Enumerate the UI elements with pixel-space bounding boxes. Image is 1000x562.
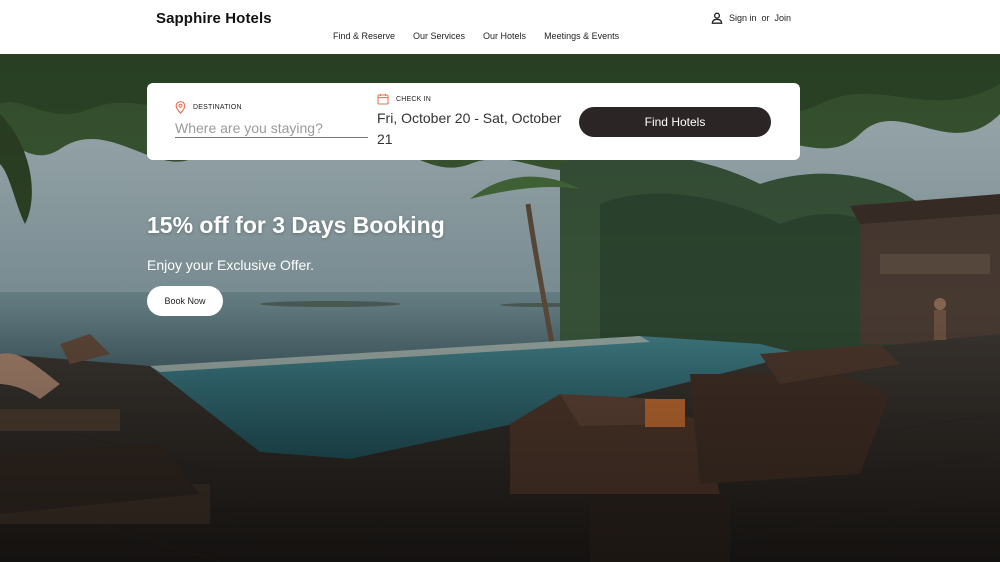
location-pin-icon bbox=[175, 101, 186, 114]
account-links: Sign in or Join bbox=[711, 12, 791, 24]
hotel-search-form: DESTINATION CHECK IN Fri, October 20 - S… bbox=[147, 83, 800, 160]
nav-item-meetings-events[interactable]: Meetings & Events bbox=[544, 31, 619, 41]
main-nav: Find & Reserve Our Services Our Hotels M… bbox=[333, 31, 619, 41]
checkin-field-group[interactable]: CHECK IN Fri, October 20 - Sat, October … bbox=[377, 93, 577, 150]
destination-field-group: DESTINATION bbox=[175, 101, 368, 138]
sign-in-link[interactable]: Sign in bbox=[729, 13, 757, 23]
checkin-label-row: CHECK IN bbox=[377, 93, 577, 105]
find-hotels-button[interactable]: Find Hotels bbox=[579, 107, 771, 137]
user-icon bbox=[711, 12, 723, 24]
promo-subtitle: Enjoy your Exclusive Offer. bbox=[147, 257, 315, 273]
nav-item-our-services[interactable]: Our Services bbox=[413, 31, 465, 41]
book-now-button[interactable]: Book Now bbox=[147, 286, 223, 316]
destination-label-row: DESTINATION bbox=[175, 101, 368, 114]
site-header: Sapphire Hotels Find & Reserve Our Servi… bbox=[0, 0, 1000, 54]
destination-label: DESTINATION bbox=[193, 104, 242, 111]
destination-input[interactable] bbox=[175, 118, 368, 138]
promo-title: 15% off for 3 Days Booking bbox=[147, 212, 445, 238]
nav-item-find-reserve[interactable]: Find & Reserve bbox=[333, 31, 395, 41]
nav-item-our-hotels[interactable]: Our Hotels bbox=[483, 31, 526, 41]
join-link[interactable]: Join bbox=[775, 13, 792, 23]
checkin-date-range[interactable]: Fri, October 20 - Sat, October 21 bbox=[377, 108, 577, 150]
or-separator: or bbox=[761, 13, 770, 23]
brand-logo[interactable]: Sapphire Hotels bbox=[156, 10, 272, 27]
calendar-icon bbox=[377, 93, 389, 105]
checkin-label: CHECK IN bbox=[396, 95, 432, 103]
